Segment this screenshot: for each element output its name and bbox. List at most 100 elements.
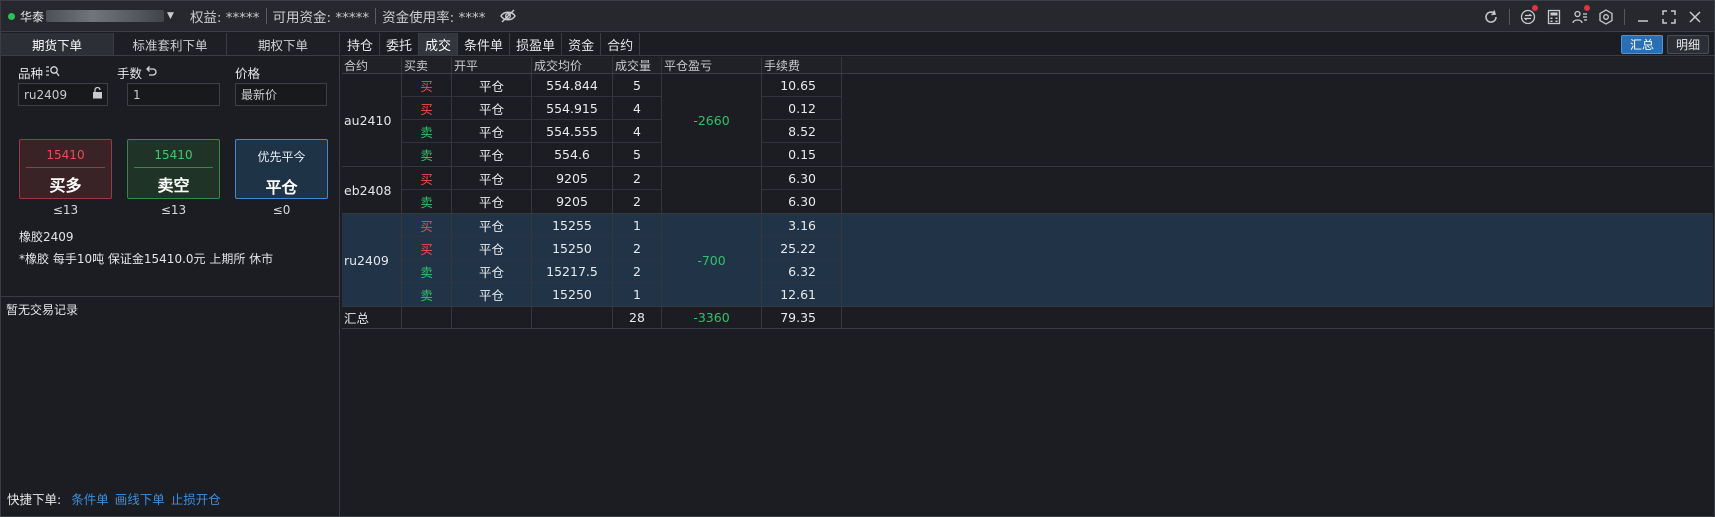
symbol-value: ru2409 [24,87,68,102]
open-close-cell: 平仓 [452,97,532,119]
settings-icon[interactable] [1593,1,1619,32]
tab-trades[interactable]: 成交 [419,33,459,55]
avg-price-cell: 9205 [532,167,613,189]
table-row[interactable]: 卖平仓 9205 2 [402,190,662,213]
tab-futures-order[interactable]: 期货下单 [1,33,114,55]
link-conditional-order[interactable]: 条件单 [71,489,109,508]
open-close-cell: 平仓 [452,74,532,96]
tab-contracts[interactable]: 合约 [601,33,641,55]
col-open-close: 开平 [452,57,532,73]
price-input[interactable]: 最新价 [235,83,327,106]
direction-cell: 卖 [402,120,452,142]
symbol-label-group: 品种 [18,63,60,82]
col-volume: 成交量 [613,57,662,73]
contract-name: 橡胶2409 [19,230,74,244]
open-close-cell: 平仓 [452,120,532,142]
open-close-cell: 平仓 [452,214,532,236]
calculator-icon[interactable] [1541,1,1567,32]
qty-reset-icon[interactable] [145,65,157,80]
detail-view-button[interactable]: 明细 [1666,35,1709,54]
account-dropdown-icon[interactable]: ▼ [167,11,174,21]
col-contract: 合约 [342,57,402,73]
lock-icon[interactable] [92,86,103,102]
contract-group[interactable]: eb2408 买平仓 9205 2 卖平仓 9205 2 6.30 6.30 [342,167,1713,214]
connection-status-dot [8,12,15,20]
tab-arbitrage-order[interactable]: 标准套利下单 [114,33,227,55]
close-pnl-cell: -2660 [662,74,762,166]
tab-funds[interactable]: 资金 [562,33,602,55]
notification-dot [1584,5,1590,11]
table-row[interactable]: 卖平仓 554.555 4 [402,120,662,143]
account-name[interactable]: 华泰 [20,8,44,25]
col-close-pnl: 平仓盈亏 [662,57,762,73]
hide-eye-icon[interactable] [499,7,517,25]
fee-cell: 12.61 [762,283,842,306]
contract-group[interactable]: ru2409 买平仓 15255 1 买平仓 15250 2 卖平仓 15217.5 2 卖平仓 15… [342,214,1713,307]
equity-stat: 权益: ***** [189,10,260,26]
avg-price-cell: 554.844 [532,74,613,96]
summary-qty: 28 [613,307,662,328]
table-row[interactable]: 买平仓 15250 2 [402,237,662,260]
avg-price-cell: 15250 [532,283,613,306]
close-position-label: 平仓 [265,178,298,197]
symbol-input[interactable]: ru2409 [18,83,108,106]
volume-cell: 2 [613,260,662,282]
buy-long-label: 买多 [49,176,82,195]
buy-limit: ≤13 [52,203,79,217]
volume-cell: 2 [613,167,662,189]
close-icon[interactable] [1682,1,1708,32]
trade-groups: au2410 买平仓 554.844 5 买平仓 554.915 4 卖平仓 554.555 4 卖… [342,74,1713,307]
sell-limit: ≤13 [160,203,187,217]
table-row[interactable]: 买平仓 9205 2 [402,167,662,190]
order-tabs: 期货下单 标准套利下单 期权下单 [1,33,339,56]
trading-window: 华泰 ▼ 权益: ***** 可用资金: ***** 资金使用率: **** 期… [0,0,1715,517]
volume-cell: 5 [613,74,662,96]
open-close-cell: 平仓 [452,283,532,306]
direction-cell: 卖 [402,260,452,282]
title-bar: 华泰 ▼ 权益: ***** 可用资金: ***** 资金使用率: **** [1,1,1714,32]
close-position-button[interactable]: 优先平今 平仓 [235,139,328,199]
no-record-text: 暂无交易记录 [6,303,79,317]
sell-short-label: 卖空 [157,176,190,195]
buy-price: 15410 [46,148,85,162]
direction-cell: 卖 [402,143,452,166]
table-row[interactable]: 卖平仓 554.6 5 [402,143,662,166]
exchange-icon[interactable] [1515,1,1541,32]
link-stop-loss-open[interactable]: 止损开仓 [171,489,221,508]
user-list-icon[interactable] [1567,1,1593,32]
table-row[interactable]: 卖平仓 15217.5 2 [402,260,662,283]
refresh-icon[interactable] [1478,1,1504,32]
fee-cell: 3.16 [762,214,842,236]
trades-panel: 持仓 委托 成交 条件单 损盈单 资金 合约 汇总 明细 合约 买卖 开平 成交… [341,33,1714,517]
table-row[interactable]: 卖平仓 15250 1 [402,283,662,306]
summary-view-button[interactable]: 汇总 [1620,35,1663,54]
direction-cell: 买 [402,214,452,236]
buy-long-button[interactable]: 15410 买多 [19,139,112,199]
symbol-search-icon[interactable] [46,65,60,80]
price-label: 价格 [235,66,261,81]
qty-input[interactable]: 1 [127,83,220,106]
contract-group[interactable]: au2410 买平仓 554.844 5 买平仓 554.915 4 卖平仓 554.555 4 卖… [342,74,1713,167]
contract-cell: eb2408 [342,167,402,213]
table-row[interactable]: 买平仓 554.844 5 [402,74,662,97]
avg-price-cell: 554.6 [532,143,613,166]
minimize-icon[interactable] [1630,1,1656,32]
title-toolbar [1478,1,1714,32]
sell-short-button[interactable]: 15410 卖空 [127,139,220,199]
direction-cell: 买 [402,237,452,259]
table-header: 合约 买卖 开平 成交均价 成交量 平仓盈亏 手续费 [342,57,1713,74]
tab-options-order[interactable]: 期权下单 [227,33,339,55]
tab-stop-profit-loss[interactable]: 损盈单 [510,33,563,55]
link-line-order[interactable]: 画线下单 [115,489,165,508]
open-close-cell: 平仓 [452,190,532,213]
tab-orders[interactable]: 委托 [380,33,420,55]
qty-label-group: 手数 [117,63,157,82]
direction-cell: 买 [402,74,452,96]
tab-conditional[interactable]: 条件单 [458,33,511,55]
maximize-icon[interactable] [1656,1,1682,32]
view-toggle: 汇总 明细 [1620,35,1709,54]
avg-price-cell: 554.555 [532,120,613,142]
table-row[interactable]: 买平仓 15255 1 [402,214,662,237]
table-row[interactable]: 买平仓 554.915 4 [402,97,662,120]
tab-positions[interactable]: 持仓 [341,33,381,55]
